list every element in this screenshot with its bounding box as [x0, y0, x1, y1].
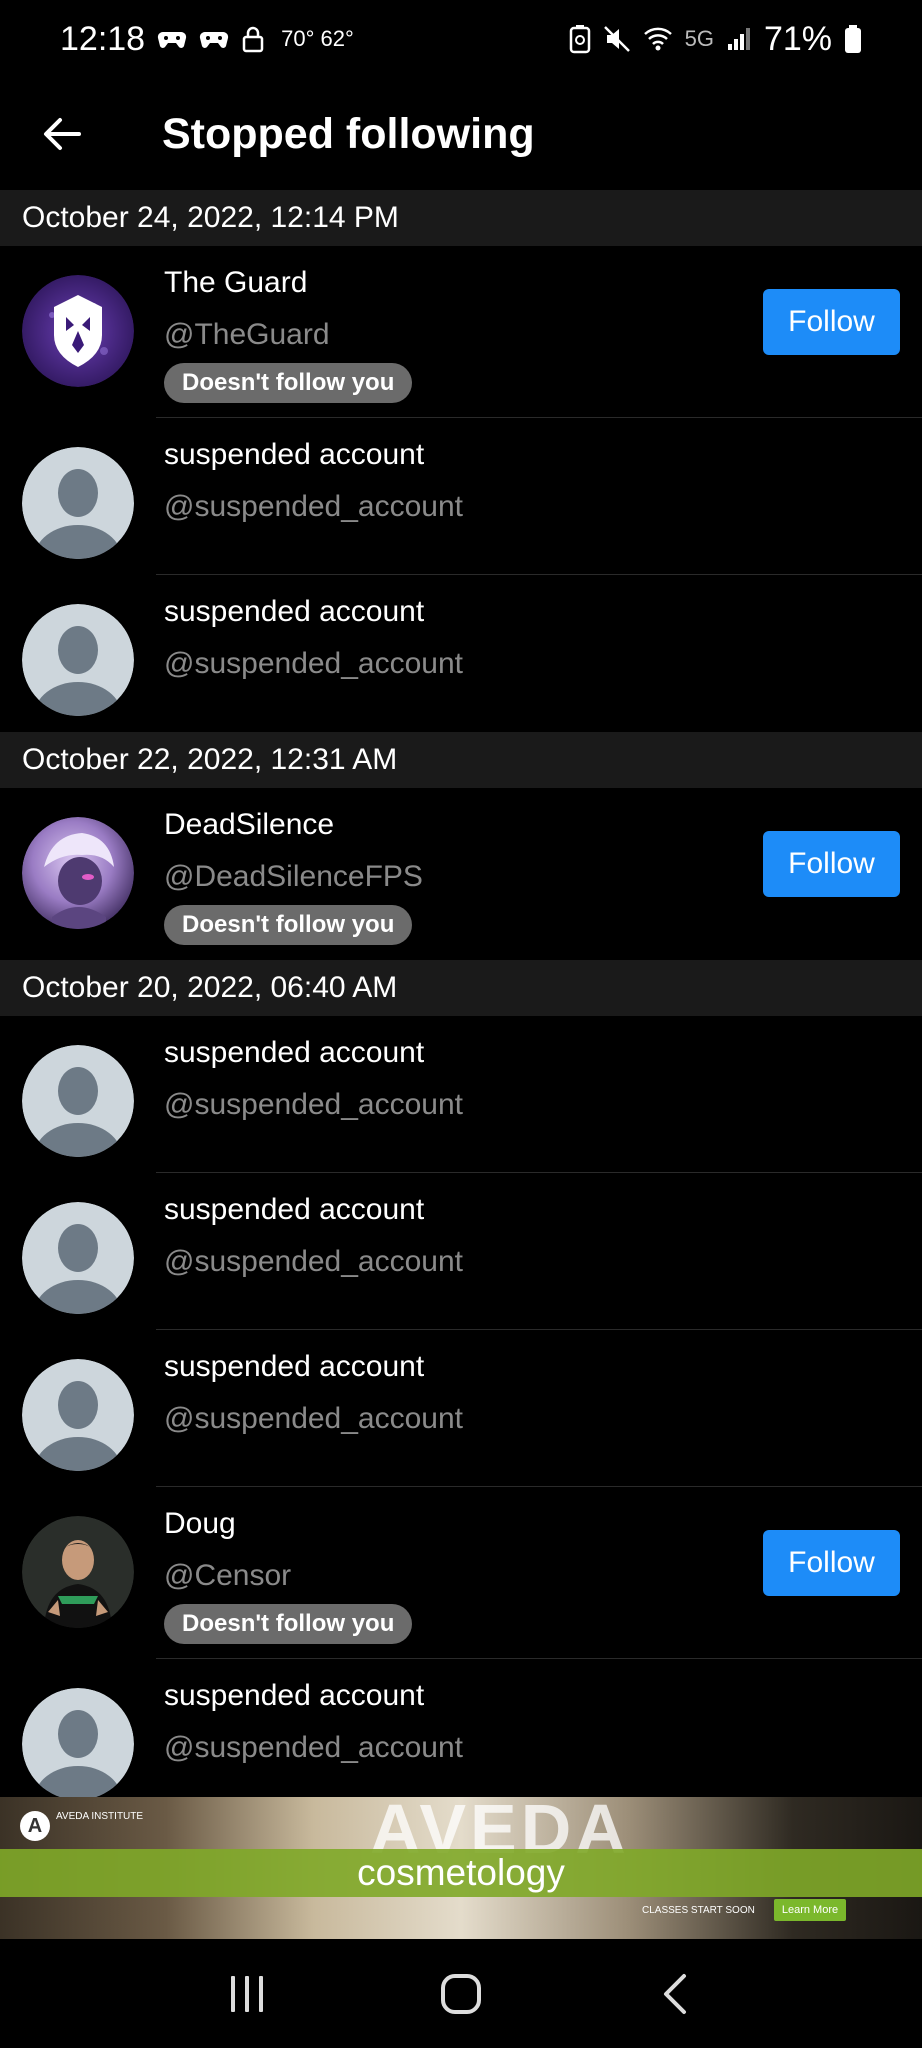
back-icon	[664, 1973, 686, 2014]
account-handle: @suspended_account	[164, 1245, 464, 1278]
account-handle: @DeadSilenceFPS	[164, 860, 423, 893]
account-handle: @suspended_account	[164, 1402, 464, 1435]
list-item[interactable]: DeadSilence @DeadSilenceFPS Doesn't foll…	[0, 788, 922, 960]
date-header: October 20, 2022, 06:40 AM	[0, 960, 922, 1016]
account-handle: @suspended_account	[164, 490, 464, 523]
account-name: suspended account	[164, 1036, 425, 1069]
list-item[interactable]: suspended account @suspended_account	[0, 1330, 922, 1487]
lock-icon	[241, 25, 265, 53]
app-header: Stopped following	[0, 78, 922, 190]
follow-button[interactable]: Follow	[763, 831, 900, 897]
page-title: Stopped following	[162, 109, 535, 158]
default-avatar-icon[interactable]	[22, 1045, 134, 1157]
list-item[interactable]: Doug @Censor Doesn't follow you Follow	[0, 1487, 922, 1659]
account-name: The Guard	[164, 266, 308, 299]
ad-subtext: CLASSES START SOON	[642, 1905, 755, 1916]
follow-button[interactable]: Follow	[763, 289, 900, 355]
default-avatar-icon[interactable]	[22, 1359, 134, 1471]
account-name: Doug	[164, 1507, 236, 1540]
status-temps: 70° 62°	[281, 26, 354, 51]
default-avatar-icon[interactable]	[22, 447, 134, 559]
home-button[interactable]	[416, 1949, 506, 2039]
gamepad-icon	[157, 26, 187, 52]
list-item[interactable]: suspended account @suspended_account	[0, 418, 922, 575]
doesnt-follow-badge: Doesn't follow you	[164, 905, 413, 945]
default-avatar-icon[interactable]	[22, 1202, 134, 1314]
back-arrow-icon	[44, 118, 81, 150]
nav-back-button[interactable]	[630, 1949, 720, 2039]
status-bar: 12:18 70° 62° 5G 71%	[0, 0, 922, 78]
account-name: DeadSilence	[164, 808, 335, 841]
account-name: suspended account	[164, 438, 425, 471]
system-nav-bar	[0, 1939, 922, 2048]
doesnt-follow-badge: Doesn't follow you	[164, 363, 413, 403]
ad-strip: cosmetology	[0, 1849, 922, 1897]
recents-icon	[231, 1975, 263, 2012]
account-name: suspended account	[164, 1679, 425, 1712]
ad-small-text: AVEDA INSTITUTE	[56, 1811, 144, 1822]
battery-saver-icon	[569, 24, 591, 54]
default-avatar-icon[interactable]	[22, 604, 134, 716]
battery-icon	[844, 24, 862, 54]
ad-cta-button[interactable]: Learn More	[774, 1899, 846, 1921]
date-header: October 24, 2022, 12:14 PM	[0, 190, 922, 246]
account-name: suspended account	[164, 595, 425, 628]
gamepad-icon	[199, 26, 229, 52]
list-item[interactable]: suspended account @suspended_account	[0, 1173, 922, 1330]
mute-icon	[603, 25, 631, 53]
back-button[interactable]	[0, 78, 124, 190]
status-time: 12:18	[60, 19, 146, 58]
account-handle: @suspended_account	[164, 1731, 464, 1764]
account-handle: @suspended_account	[164, 1088, 464, 1121]
account-name: suspended account	[164, 1350, 425, 1383]
signal-icon	[726, 26, 752, 52]
doesnt-follow-badge: Doesn't follow you	[164, 1604, 413, 1644]
ad-logo-icon: A	[20, 1811, 50, 1841]
home-icon	[441, 1973, 481, 2014]
network-type: 5G	[684, 26, 714, 51]
stopped-following-list: October 24, 2022, 12:14 PM The Guard @Th…	[0, 190, 922, 1816]
account-handle: @TheGuard	[164, 318, 330, 351]
account-handle: @Censor	[164, 1559, 292, 1592]
recents-button[interactable]	[202, 1949, 292, 2039]
account-name: suspended account	[164, 1193, 425, 1226]
status-left: 12:18 70° 62°	[60, 20, 354, 59]
ad-headline: cosmetology	[357, 1852, 565, 1893]
status-right: 5G 71%	[569, 20, 862, 59]
list-item[interactable]: suspended account @suspended_account	[0, 1659, 922, 1816]
avatar[interactable]	[22, 1516, 134, 1628]
account-handle: @suspended_account	[164, 647, 464, 680]
list-item[interactable]: The Guard @TheGuard Doesn't follow you F…	[0, 246, 922, 418]
ad-banner[interactable]: AVEDA A AVEDA INSTITUTE cosmetology CLAS…	[0, 1797, 922, 1939]
list-item[interactable]: suspended account @suspended_account	[0, 1016, 922, 1173]
wifi-icon	[643, 24, 673, 54]
follow-button[interactable]: Follow	[763, 1530, 900, 1596]
battery-percent: 71%	[763, 19, 832, 58]
date-header: October 22, 2022, 12:31 AM	[0, 732, 922, 788]
list-item[interactable]: suspended account @suspended_account	[0, 575, 922, 732]
avatar[interactable]	[22, 275, 134, 387]
avatar[interactable]	[22, 817, 134, 929]
default-avatar-icon[interactable]	[22, 1688, 134, 1800]
